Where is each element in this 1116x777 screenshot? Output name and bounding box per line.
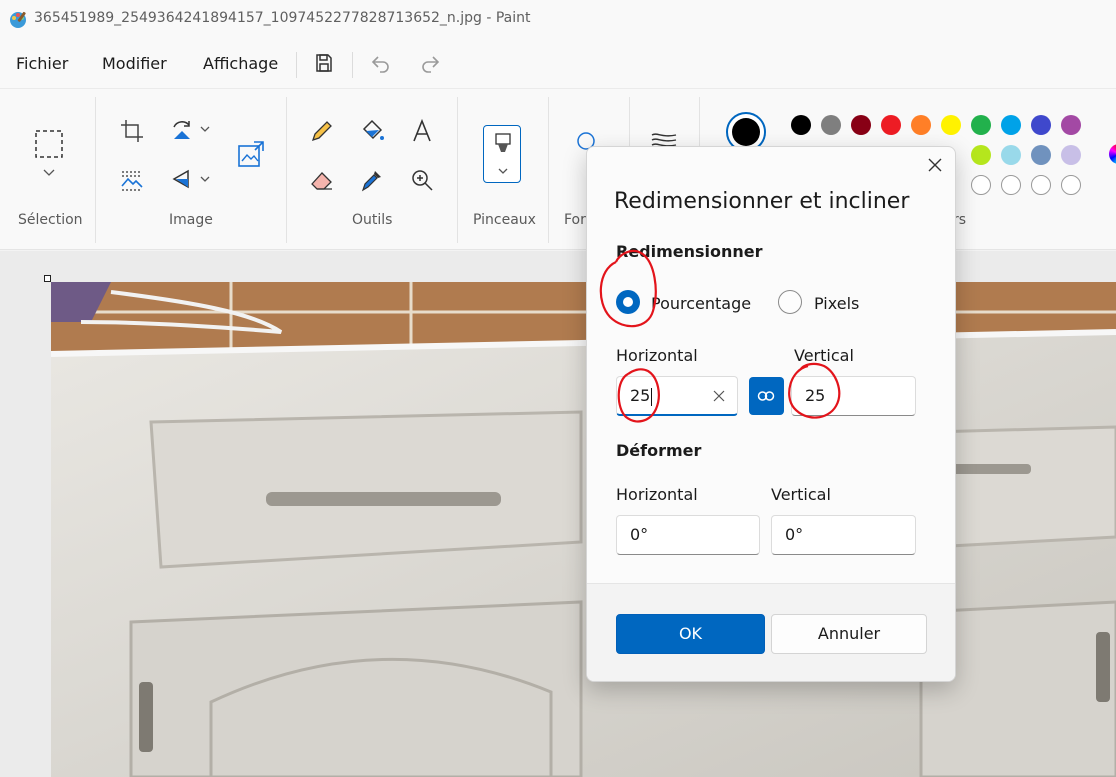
close-icon[interactable] — [923, 153, 947, 177]
menu-divider — [352, 52, 353, 78]
paint-app-icon — [10, 11, 26, 28]
selection-rectangle-icon[interactable] — [34, 129, 64, 159]
color-swatch[interactable] — [971, 145, 991, 165]
skew-vertical-input[interactable]: 0° — [771, 515, 916, 555]
color-swatch[interactable] — [1031, 115, 1051, 135]
rotate-icon[interactable] — [168, 117, 196, 145]
save-icon[interactable] — [312, 51, 336, 75]
group-divider — [457, 97, 458, 243]
color-swatch[interactable] — [1061, 145, 1081, 165]
lock-aspect-ratio-button[interactable] — [749, 377, 784, 415]
window-title: 365451989_2549364241894157_1097452277828… — [34, 10, 531, 26]
group-divider — [548, 97, 549, 243]
chevron-down-icon[interactable] — [198, 173, 212, 185]
group-label-shapes: For — [564, 212, 586, 228]
color-swatch[interactable] — [911, 115, 931, 135]
menu-fichier[interactable]: Fichier — [16, 54, 68, 73]
group-label-selection: Sélection — [18, 212, 83, 228]
redo-icon[interactable] — [418, 51, 442, 75]
color-swatch[interactable] — [791, 115, 811, 135]
color-swatch[interactable] — [1061, 115, 1081, 135]
color-swatch[interactable] — [941, 115, 961, 135]
resize-section-title: Redimensionner — [616, 242, 763, 261]
edit-colors-icon[interactable] — [1109, 144, 1116, 164]
menu-modifier[interactable]: Modifier — [102, 54, 167, 73]
radio-pixels[interactable] — [778, 290, 802, 314]
title-bar: 365451989_2549364241894157_1097452277828… — [0, 0, 1116, 40]
text-icon[interactable] — [408, 117, 436, 145]
menu-affichage[interactable]: Affichage — [203, 54, 278, 73]
resize-horizontal-value: 25 — [630, 386, 651, 405]
dialog-footer: OK Annuler — [587, 583, 955, 681]
color-swatch[interactable] — [1031, 145, 1051, 165]
crop-icon[interactable] — [118, 117, 146, 145]
menu-bar: Fichier Modifier Affichage — [0, 40, 1116, 88]
skew-vertical-value: 0° — [785, 525, 804, 544]
menu-divider — [296, 52, 297, 78]
canvas-image[interactable] — [51, 282, 1116, 777]
eraser-icon[interactable] — [308, 166, 336, 194]
current-color-swatch — [732, 118, 760, 146]
empty-color-swatch[interactable] — [971, 175, 991, 195]
group-divider — [95, 97, 96, 243]
canvas-resize-handle[interactable] — [44, 275, 51, 282]
color-swatch[interactable] — [821, 115, 841, 135]
undo-icon[interactable] — [369, 51, 393, 75]
fill-bucket-icon[interactable] — [358, 117, 386, 145]
radio-percentage-label[interactable]: Pourcentage — [651, 294, 751, 313]
cabinet-photo — [51, 282, 1116, 777]
resize-vertical-label: Vertical — [794, 346, 854, 365]
resize-skew-dialog: Redimensionner et incliner Redimensionne… — [586, 146, 956, 682]
ok-button[interactable]: OK — [616, 614, 765, 654]
color-swatch[interactable] — [971, 115, 991, 135]
group-divider — [286, 97, 287, 243]
cancel-button[interactable]: Annuler — [771, 614, 927, 654]
resize-horizontal-label: Horizontal — [616, 346, 698, 365]
chevron-down-icon[interactable] — [198, 123, 212, 135]
skew-horizontal-value: 0° — [630, 525, 649, 544]
chevron-down-icon — [498, 168, 508, 174]
clear-input-icon[interactable] — [711, 388, 727, 404]
resize-vertical-input[interactable]: 25 — [791, 376, 916, 416]
group-label-image: Image — [169, 212, 213, 228]
color-picker-icon[interactable] — [358, 166, 386, 194]
brush-icon — [495, 133, 511, 152]
color-swatch[interactable] — [1001, 145, 1021, 165]
radio-percentage[interactable] — [616, 290, 640, 314]
remove-background-icon[interactable] — [118, 166, 146, 194]
empty-color-swatch[interactable] — [1031, 175, 1051, 195]
skew-horizontal-label: Horizontal — [616, 485, 698, 504]
skew-vertical-label: Vertical — [771, 485, 831, 504]
pencil-icon[interactable] — [308, 117, 336, 145]
empty-color-swatch[interactable] — [1001, 175, 1021, 195]
radio-pixels-label[interactable]: Pixels — [814, 294, 859, 313]
color-swatch[interactable] — [1001, 115, 1021, 135]
resize-image-icon[interactable] — [236, 139, 266, 169]
group-label-brushes: Pinceaux — [473, 212, 536, 228]
skew-horizontal-input[interactable]: 0° — [616, 515, 760, 555]
skew-section-title: Déformer — [616, 441, 702, 460]
link-icon — [757, 391, 775, 401]
color-swatch[interactable] — [881, 115, 901, 135]
dialog-title: Redimensionner et incliner — [614, 189, 910, 214]
text-caret — [651, 387, 653, 406]
brushes-button[interactable] — [483, 125, 521, 183]
group-label-tools: Outils — [352, 212, 393, 228]
magnifier-icon[interactable] — [408, 166, 436, 194]
color-swatch[interactable] — [851, 115, 871, 135]
chevron-down-icon[interactable] — [40, 167, 58, 179]
empty-color-swatch[interactable] — [1061, 175, 1081, 195]
resize-vertical-value: 25 — [805, 386, 826, 405]
flip-icon[interactable] — [168, 166, 196, 194]
